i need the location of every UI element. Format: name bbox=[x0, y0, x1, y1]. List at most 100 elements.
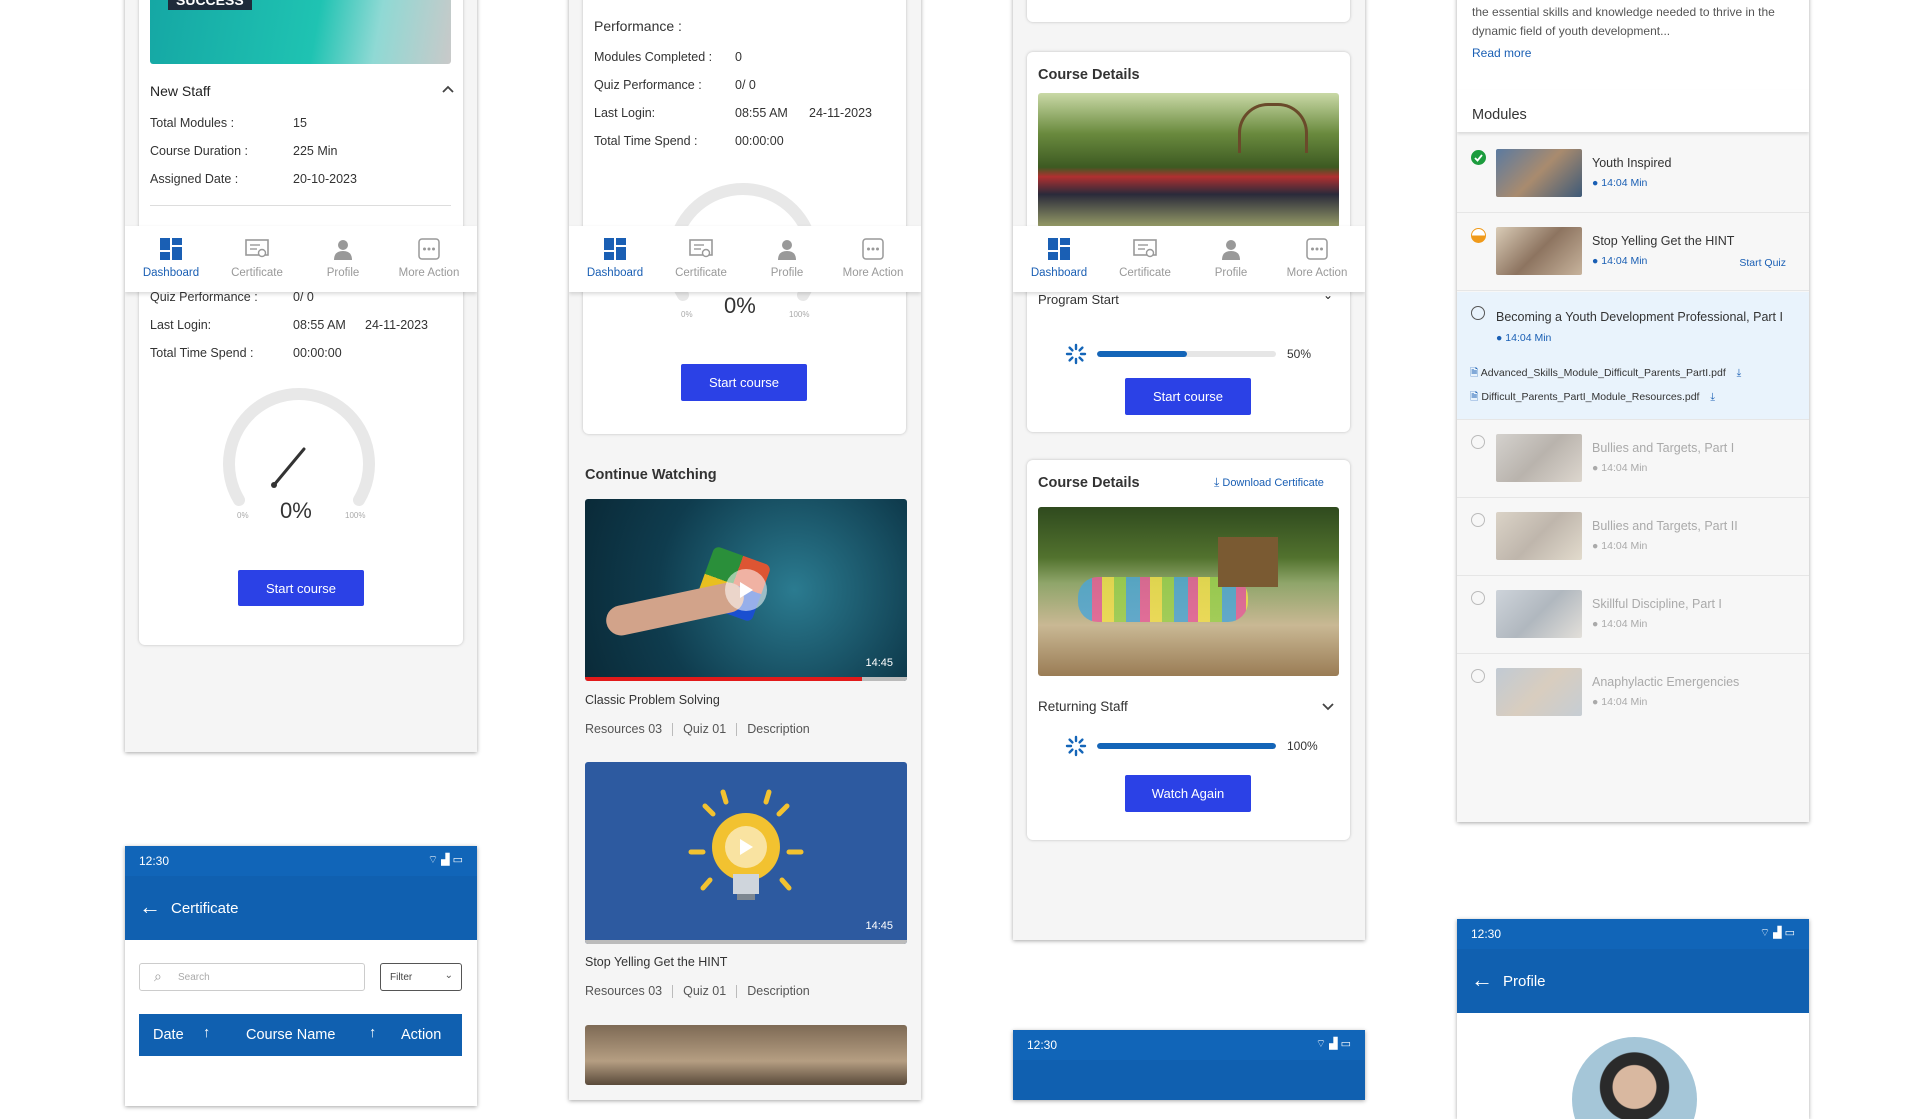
nav-dashboard-label: Dashboard bbox=[586, 267, 644, 279]
video-title[interactable]: Stop Yelling Get the HINT bbox=[585, 955, 727, 969]
clock-icon: ● bbox=[1496, 332, 1503, 344]
module-item[interactable]: Bullies and Targets, Part II ● 14:04 Min bbox=[1457, 499, 1809, 576]
module-item[interactable]: Stop Yelling Get the HINT ● 14:04 Min St… bbox=[1457, 214, 1809, 291]
start-course-button[interactable]: Start course bbox=[238, 570, 364, 606]
program-progress-bar bbox=[1097, 351, 1276, 357]
module-duration: ● 14:04 Min bbox=[1592, 696, 1647, 708]
resources-link[interactable]: Resources 03 bbox=[585, 722, 662, 736]
col-date[interactable]: Date bbox=[153, 1027, 184, 1043]
nav-profile[interactable]: Profile bbox=[300, 236, 386, 279]
row-value: 225 Min bbox=[293, 144, 338, 158]
login-time: 08:55 AM bbox=[293, 318, 346, 332]
section-title: New Staff bbox=[150, 83, 211, 99]
module-title: Bullies and Targets, Part I bbox=[1592, 441, 1735, 455]
pdf-link[interactable]: 🗎 Advanced_Skills_Module_Difficult_Paren… bbox=[1470, 365, 1741, 383]
dashboard-screen-1: SUCCESS New Staff Total Modules : 15 Cou… bbox=[125, 0, 477, 752]
quiz-link[interactable]: Quiz 01 bbox=[683, 722, 726, 736]
module-thumbnail bbox=[1496, 227, 1582, 275]
back-arrow-icon[interactable]: ← bbox=[1471, 967, 1493, 993]
start-quiz-link[interactable]: Start Quiz bbox=[1739, 257, 1786, 269]
gauge-min: 0% bbox=[237, 511, 249, 520]
video-meta: Resources 03 Quiz 01 Description bbox=[585, 722, 810, 737]
filter-select[interactable]: Filter ⌄ bbox=[380, 963, 462, 991]
certificate-icon bbox=[244, 236, 270, 262]
nav-more-action[interactable]: More Action bbox=[1274, 236, 1360, 279]
start-course-button[interactable]: Start course bbox=[681, 364, 807, 401]
module-item[interactable]: Skillful Discipline, Part I ● 14:04 Min bbox=[1457, 577, 1809, 654]
nav-more-action[interactable]: More Action bbox=[386, 236, 472, 279]
video-title[interactable]: Classic Problem Solving bbox=[585, 693, 720, 707]
quiz-link[interactable]: Quiz 01 bbox=[683, 984, 726, 998]
sort-arrow-icon[interactable]: ↑ bbox=[369, 1025, 376, 1041]
row-value: 20-10-2023 bbox=[293, 172, 357, 186]
nav-more-label: More Action bbox=[398, 267, 460, 279]
module-item[interactable]: Anaphylactic Emergencies ● 14:04 Min bbox=[1457, 655, 1809, 732]
check-complete-icon bbox=[1471, 150, 1486, 165]
play-icon[interactable] bbox=[725, 826, 767, 868]
col-course-name[interactable]: Course Name bbox=[246, 1027, 335, 1043]
status-time: 12:30 bbox=[1027, 1038, 1058, 1052]
back-arrow-icon[interactable]: ← bbox=[139, 894, 161, 920]
download-icon[interactable]: ⤓ bbox=[1710, 391, 1715, 403]
certificate-icon bbox=[1132, 236, 1158, 262]
download-icon[interactable]: ⤓ bbox=[1737, 367, 1742, 379]
profile-icon bbox=[774, 236, 800, 262]
more-icon bbox=[1304, 236, 1330, 262]
bottom-nav: Dashboard Certificate Profile More Actio… bbox=[125, 226, 477, 292]
module-title: Stop Yelling Get the HINT bbox=[1592, 234, 1735, 248]
clock-icon: ● bbox=[1592, 462, 1599, 474]
row-label: Last Login: bbox=[594, 106, 656, 120]
nav-profile[interactable]: Profile bbox=[1188, 236, 1274, 279]
course-banner-image: SUCCESS bbox=[150, 0, 451, 64]
watch-again-button[interactable]: Watch Again bbox=[1125, 775, 1251, 812]
nav-dashboard[interactable]: Dashboard bbox=[1016, 236, 1102, 279]
row-value: 08:55 AM bbox=[735, 106, 788, 120]
play-icon[interactable] bbox=[725, 569, 767, 611]
dashboard-screen-2: Performance : Modules Completed : 0 Quiz… bbox=[569, 0, 921, 1100]
progress-percent: 100% bbox=[1287, 739, 1318, 753]
sort-arrow-icon[interactable]: ↑ bbox=[203, 1025, 210, 1041]
video-thumbnail[interactable] bbox=[585, 1025, 907, 1085]
top-card bbox=[1027, 0, 1350, 22]
row-label: Total Time Spend : bbox=[594, 134, 698, 148]
nav-profile[interactable]: Profile bbox=[744, 236, 830, 279]
radio-icon bbox=[1471, 306, 1485, 320]
profile-icon bbox=[330, 236, 356, 262]
nav-more-action[interactable]: More Action bbox=[830, 236, 916, 279]
progress-gauge: 0% 0% 100% bbox=[209, 375, 389, 535]
module-thumbnail bbox=[1496, 512, 1582, 560]
module-duration: ● 14:04 Min bbox=[1592, 177, 1647, 189]
nav-certificate[interactable]: Certificate bbox=[658, 236, 744, 279]
search-icon: ⌕ bbox=[154, 968, 162, 984]
nav-certificate[interactable]: Certificate bbox=[214, 236, 300, 279]
module-thumbnail bbox=[1496, 434, 1582, 482]
module-title: Anaphylactic Emergencies bbox=[1592, 675, 1740, 689]
resources-link[interactable]: Resources 03 bbox=[585, 984, 662, 998]
collapse-chevron-icon[interactable] bbox=[441, 81, 455, 99]
clock-icon: ● bbox=[1592, 540, 1599, 552]
course-screen: Course Details Program Start ⌄ 50% Start… bbox=[1013, 0, 1365, 940]
module-item[interactable]: Youth Inspired ● 14:04 Min bbox=[1457, 136, 1809, 213]
pdf-filename: Advanced_Skills_Module_Difficult_Parents… bbox=[1480, 367, 1726, 379]
pdf-link[interactable]: 🗎 Difficult_Parents_PartI_Module_Resourc… bbox=[1470, 389, 1715, 407]
video-thumbnail[interactable]: 14:45 bbox=[585, 762, 907, 944]
course-details-title: Course Details bbox=[1038, 475, 1140, 491]
module-item[interactable]: Bullies and Targets, Part I ● 14:04 Min bbox=[1457, 421, 1809, 498]
download-certificate-link[interactable]: ⤓ Download Certificate bbox=[1214, 475, 1324, 490]
status-bar: 12:30 ⌔ ▟ ▭ bbox=[1457, 919, 1809, 949]
video-thumbnail[interactable]: 14:45 bbox=[585, 499, 907, 681]
row-label: Modules Completed : bbox=[594, 50, 713, 64]
pdf-file-icon: 🗎 bbox=[1470, 367, 1479, 379]
nav-dashboard[interactable]: Dashboard bbox=[572, 236, 658, 279]
wooden-stand bbox=[1218, 537, 1278, 587]
module-title: Skillful Discipline, Part I bbox=[1592, 597, 1722, 611]
expand-chevron-icon[interactable] bbox=[1321, 699, 1335, 717]
nav-certificate[interactable]: Certificate bbox=[1102, 236, 1188, 279]
description-link[interactable]: Description bbox=[747, 722, 810, 736]
read-more-link[interactable]: Read more bbox=[1472, 46, 1531, 60]
search-input[interactable]: ⌕ Search bbox=[139, 963, 365, 991]
module-item-current[interactable]: Becoming a Youth Development Professiona… bbox=[1457, 292, 1809, 420]
start-course-button[interactable]: Start course bbox=[1125, 378, 1251, 415]
nav-dashboard[interactable]: Dashboard bbox=[128, 236, 214, 279]
description-link[interactable]: Description bbox=[747, 984, 810, 998]
